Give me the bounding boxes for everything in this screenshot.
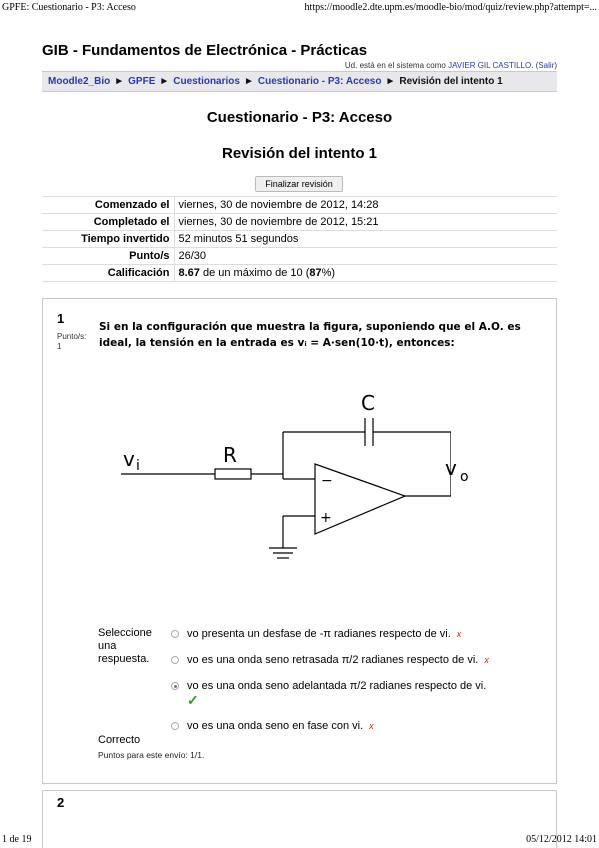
summary-value: 52 minutos 51 segundos — [174, 230, 557, 248]
answer-prompt: Seleccione una respuesta. — [98, 627, 152, 665]
answer-label: vo es una onda seno retrasada π/2 radian… — [187, 654, 479, 666]
incorrect-mark-icon: x — [456, 629, 462, 639]
summary-row: Comenzado el viernes, 30 de noviembre de… — [42, 196, 557, 214]
answer-text: vo es una onda seno retrasada π/2 radian… — [187, 653, 489, 667]
question-text: Si en la configuración que muestra la fi… — [99, 321, 521, 349]
question-2: 2 — [42, 790, 557, 848]
answer-label: vo presenta un desfase de -π radianes re… — [187, 628, 451, 640]
answer-radio[interactable] — [171, 656, 179, 664]
points-label: Punto/s: — [57, 332, 87, 341]
summary-value: 26/30 — [174, 247, 557, 265]
site-title: GIB - Fundamentos de Electrónica - Práct… — [42, 42, 368, 59]
summary-value: viernes, 30 de noviembre de 2012, 15:21 — [174, 213, 557, 231]
answer-option-selected[interactable]: vo es una onda seno adelantada π/2 radia… — [169, 679, 549, 707]
summary-label: Calificación — [42, 264, 175, 282]
output-voltage-subscript: o — [460, 469, 469, 485]
resistor-symbol — [214, 468, 252, 480]
summary-row: Punto/s 26/30 — [42, 247, 557, 265]
print-footer-date: 05/12/2012 14:01 — [526, 834, 597, 845]
question-feedback: Correcto — [98, 734, 141, 746]
answer-label: vo es una onda seno en fase con vi. — [187, 720, 364, 732]
summary-row: Tiempo invertido 52 minutos 51 segundos — [42, 230, 557, 248]
grade-end: %) — [321, 267, 336, 279]
incorrect-mark-icon: x — [369, 721, 374, 731]
summary-label: Comenzado el — [42, 196, 175, 214]
integrator-circuit-figure: v i R C − + — [121, 391, 451, 559]
answer-radio[interactable] — [171, 722, 179, 730]
print-footer-page: 1 de 19 — [2, 834, 32, 845]
answer-text: vo presenta un desfase de -π radianes re… — [187, 627, 461, 641]
breadcrumb-item-quizzes[interactable]: Cuestionarios — [173, 76, 240, 87]
answer-text: vo es una onda seno adelantada π/2 radia… — [187, 679, 486, 707]
breadcrumb-separator: ► — [159, 76, 170, 87]
grade-value: 8.67 de un máximo de 10 (87%) — [174, 264, 557, 282]
plus-terminal-label: + — [320, 510, 332, 526]
summary-label: Completado el — [42, 213, 175, 231]
minus-terminal-label: − — [321, 473, 333, 489]
breadcrumb-item-moodle[interactable]: Moodle2_Bio — [48, 76, 110, 87]
summary-value: viernes, 30 de noviembre de 2012, 14:28 — [174, 196, 557, 214]
answer-option[interactable]: vo es una onda seno retrasada π/2 radian… — [169, 653, 549, 667]
breadcrumb-item-quiz[interactable]: Cuestionario - P3: Acceso — [258, 76, 382, 87]
attempt-summary-table: Comenzado el viernes, 30 de noviembre de… — [42, 196, 557, 282]
output-voltage-label: v — [445, 456, 457, 480]
grade-percent: 87 — [309, 267, 322, 279]
breadcrumb-current: Revisión del intento 1 — [399, 76, 503, 87]
print-header-title: GPFE: Cuestionario - P3: Acceso — [2, 2, 136, 13]
breadcrumb-item-course[interactable]: GPFE — [128, 76, 155, 87]
grade-score: 8.67 — [178, 267, 200, 279]
answer-text: vo es una onda seno en fase con vi. x — [187, 719, 374, 733]
points-message: Puntos para este envío: 1/1. — [98, 750, 205, 760]
capacitor-label: C — [361, 391, 375, 415]
logout-close: ) — [554, 61, 557, 70]
answer-radio[interactable] — [171, 630, 179, 638]
breadcrumb-separator: ► — [385, 76, 396, 87]
incorrect-mark-icon: x — [484, 655, 489, 665]
answer-label: vo es una onda seno adelantada π/2 radia… — [187, 680, 487, 692]
input-voltage-subscript: i — [136, 458, 140, 474]
summary-row: Completado el viernes, 30 de noviembre d… — [42, 213, 557, 231]
points-value: 1 — [57, 342, 62, 351]
resistor-label: R — [223, 443, 237, 467]
input-voltage-label: v — [123, 447, 135, 471]
breadcrumb-separator: ► — [243, 76, 254, 87]
logout-link[interactable]: Salir — [538, 61, 554, 70]
user-link[interactable]: JAVIER GIL CASTILLO — [448, 61, 531, 70]
question-1: 1 Punto/s: 1 Si en la configuración que … — [42, 298, 557, 784]
summary-label: Tiempo invertido — [42, 230, 175, 248]
answer-option[interactable]: vo presenta un desfase de -π radianes re… — [169, 627, 549, 641]
correct-check-icon: ✓ — [187, 692, 199, 708]
grade-middle: de un máximo de 10 ( — [199, 267, 310, 279]
question-points: Punto/s: 1 — [57, 332, 97, 352]
quiz-title: Cuestionario - P3: Acceso — [206, 109, 393, 126]
answer-radio-checked[interactable] — [171, 682, 179, 690]
answer-list: vo presenta un desfase de -π radianes re… — [169, 627, 549, 745]
breadcrumb: Moodle2_Bio ► GPFE ► Cuestionarios ► Cuestiona… — [42, 71, 557, 92]
login-info: Ud. está en el sistema como JAVIER GIL C… — [345, 61, 557, 70]
breadcrumb-separator: ► — [114, 76, 125, 87]
question-number: 1 — [57, 311, 65, 326]
finish-review-button[interactable]: Finalizar revisión — [255, 176, 343, 192]
login-prefix: Ud. está en el sistema como — [344, 61, 446, 70]
summary-label: Punto/s — [42, 247, 175, 265]
output-label-figure: v o — [445, 456, 469, 485]
summary-row-grade: Calificación 8.67 de un máximo de 10 (87… — [42, 264, 557, 282]
answer-option[interactable]: vo es una onda seno en fase con vi. x — [169, 719, 549, 733]
question-number: 2 — [57, 795, 65, 810]
attempt-title: Revisión del intento 1 — [221, 145, 378, 162]
print-header-url: https://moodle2.dte.upm.es/moodle-bio/mo… — [304, 2, 597, 13]
